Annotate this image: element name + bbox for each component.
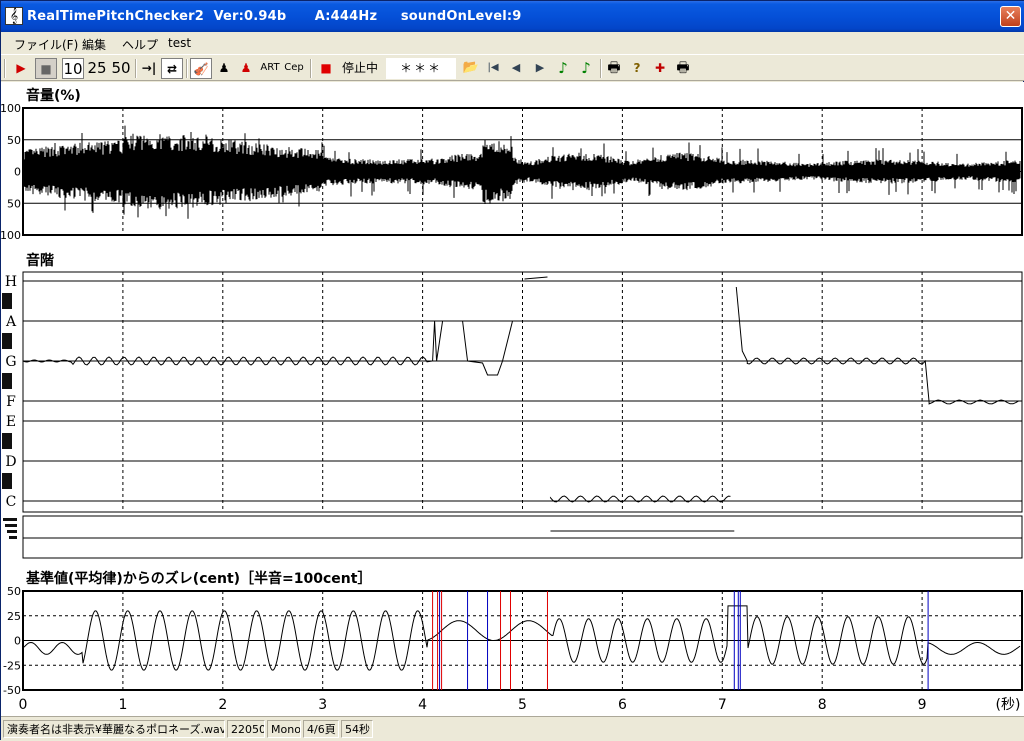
pitch-charts: 音量(%)10050050100音階HAGFEDC基準値(平均律)からのズレ(c…	[1, 87, 1023, 713]
to-end-button[interactable]: →|	[139, 58, 159, 79]
plot-area: 音量(%) 100 50 0 50 100 音階 H A G F E D C 基準値(平均律)からのズレ(c…	[1, 82, 1024, 716]
play-button[interactable]: ▶	[10, 58, 32, 79]
cent-tick-label: -50	[3, 684, 21, 697]
time-tick-label: 0	[19, 697, 28, 713]
note-display: ＊＊＊	[386, 58, 456, 79]
note-label: C	[6, 494, 17, 510]
note-strip-marker	[9, 536, 17, 539]
app-icon[interactable]: 𝄞	[5, 7, 23, 25]
time-tick-label: 5	[518, 697, 527, 713]
note-label: E	[6, 414, 16, 430]
note-alt-icon[interactable]: ♪	[576, 58, 596, 79]
window-title: RealTimePitchChecker2 Ver:0.94b A:444Hz …	[27, 9, 522, 24]
help-icon[interactable]: ?	[627, 58, 647, 79]
person-icon[interactable]: ♟	[214, 58, 234, 79]
volume-panel-title: 音量(%)	[26, 87, 81, 104]
stop-button[interactable]: ■	[35, 58, 57, 79]
menu-test[interactable]: test	[168, 36, 191, 50]
time-tick-label: 3	[318, 697, 327, 713]
status-channels: Mono	[267, 720, 301, 738]
volume-tick-label: 100	[1, 102, 21, 115]
note-strip-marker	[3, 518, 17, 521]
black-key-marker	[2, 473, 12, 489]
scale-panel-title: 音階	[26, 252, 54, 269]
note-strip-marker	[7, 530, 17, 533]
menu-bar: ファイル(F) 編集 ヘルプ test	[1, 32, 1024, 54]
menu-file[interactable]: ファイル(F)	[14, 36, 78, 53]
title-bar[interactable]: 𝄞 RealTimePitchChecker2 Ver:0.94b A:444H…	[1, 1, 1024, 32]
loop-button[interactable]: ⇄	[161, 58, 183, 79]
playback-status: 停止中	[341, 61, 378, 75]
menu-help[interactable]: ヘルプ	[122, 36, 158, 53]
time-tick-label: 1	[118, 697, 127, 713]
next-page-icon[interactable]: ▶	[530, 58, 550, 79]
volume-tick-label: 50	[7, 197, 21, 210]
time-tick-label: 2	[218, 697, 227, 713]
close-button[interactable]: ✕	[1000, 6, 1021, 27]
speed-25-button[interactable]: 25	[86, 58, 108, 79]
status-duration: 54秒	[341, 720, 373, 738]
violin-icon[interactable]: 🎻	[190, 58, 212, 79]
status-file: 演奏者名は非表示¥華麗なるポロネーズ.wav	[3, 720, 225, 738]
black-key-marker	[2, 373, 12, 389]
cent-tick-label: 25	[7, 610, 21, 623]
print-icon[interactable]: 🖶	[604, 58, 624, 79]
time-tick-label: 7	[718, 697, 727, 713]
status-bar: 演奏者名は非表示¥華麗なるポロネーズ.wav 22050 Mono 4/6頁 5…	[1, 716, 1024, 741]
speed-50-button[interactable]: 50	[110, 58, 132, 79]
note-label: F	[6, 394, 16, 410]
toolbar: ▶ ■ 10 25 50 →| ⇄ 🎻 ♟ ♟ ART Cep ■ 停止中 ＊＊…	[1, 54, 1024, 81]
open-folder-icon[interactable]: 📂	[461, 58, 481, 79]
time-tick-label: 6	[618, 697, 627, 713]
cent-panel-title: 基準値(平均律)からのズレ(cent)［半音=100cent］	[26, 570, 371, 587]
speed-10-button[interactable]: 10	[62, 58, 84, 79]
person-red-icon[interactable]: ♟	[236, 58, 256, 79]
record-button[interactable]: ■	[316, 58, 336, 79]
first-page-icon[interactable]: |◀	[483, 58, 503, 79]
time-tick-label: 4	[418, 697, 427, 713]
status-sample-rate: 22050	[227, 720, 265, 738]
note-strip-frame	[22, 515, 1023, 559]
black-key-marker	[2, 333, 12, 349]
note-label: G	[5, 354, 16, 370]
note-label: H	[5, 274, 17, 290]
cep-button[interactable]: Cep	[283, 58, 305, 79]
note-label: A	[5, 314, 17, 330]
note-strip-marker	[5, 524, 17, 527]
cent-tick-label: 0	[14, 635, 21, 648]
menu-edit[interactable]: 編集	[82, 36, 106, 53]
cent-tick-label: -25	[3, 659, 21, 672]
black-key-marker	[2, 293, 12, 309]
time-unit-label: (秒)	[996, 697, 1021, 713]
note-icon[interactable]: ♪	[553, 58, 573, 79]
cent-tick-label: 50	[7, 585, 21, 598]
time-tick-label: 8	[818, 697, 827, 713]
volume-tick-label: 100	[1, 229, 21, 242]
marker-icon[interactable]: ✚	[650, 58, 670, 79]
volume-tick-label: 0	[14, 166, 21, 179]
black-key-marker	[2, 433, 12, 449]
note-label: D	[5, 454, 16, 470]
app-window: 𝄞 RealTimePitchChecker2 Ver:0.94b A:444H…	[0, 0, 1024, 741]
prev-page-icon[interactable]: ◀	[506, 58, 526, 79]
time-tick-label: 9	[918, 697, 927, 713]
art-button[interactable]: ART	[259, 58, 281, 79]
print-preview-icon[interactable]: 🖶	[673, 58, 693, 79]
volume-tick-label: 50	[7, 134, 21, 147]
status-page: 4/6頁	[303, 720, 339, 738]
